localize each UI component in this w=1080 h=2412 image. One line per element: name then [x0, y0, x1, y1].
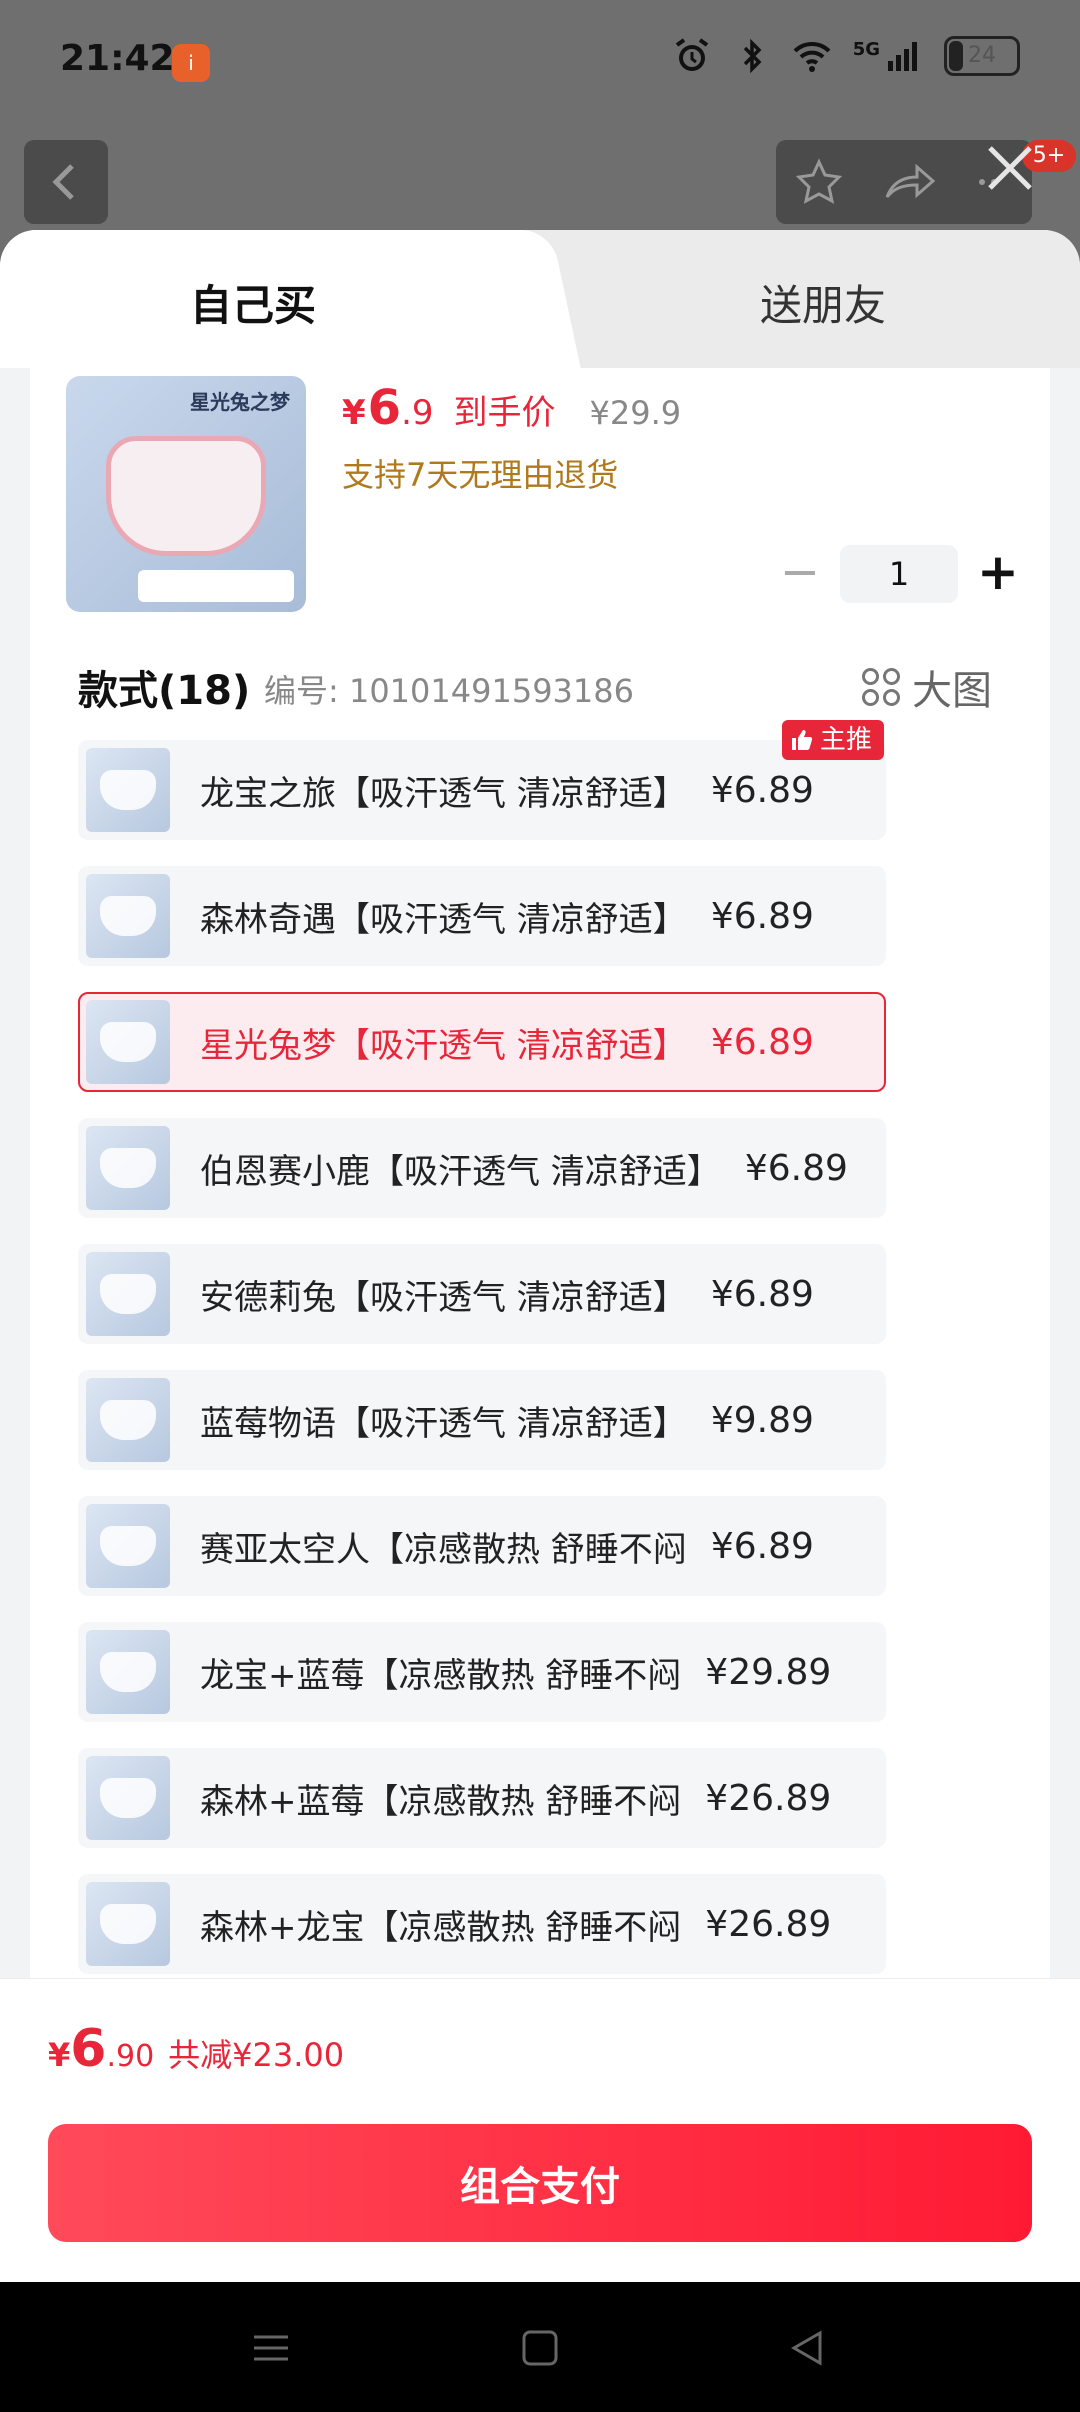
status-icons: 5G 24 [673, 36, 1020, 76]
return-policy: 支持7天无理由退货 [342, 456, 619, 494]
style-option[interactable]: 蓝莓物语【吸汗透气 清凉舒适】 ¥9.89 [78, 1370, 886, 1470]
savings-text: 共减¥23.00 [168, 2036, 345, 2074]
quantity-stepper: − 1 + [770, 544, 1028, 604]
decrease-button[interactable]: − [770, 544, 830, 604]
recommended-tag-label: 主推 [819, 725, 872, 755]
battery-level: 24 [968, 43, 996, 68]
big-picture-label: 大图 [912, 668, 992, 714]
product-code: 编号: 10101491593186 [264, 672, 634, 710]
share-icon[interactable] [881, 157, 937, 207]
price-decimal: .9 [401, 393, 434, 433]
increase-button[interactable]: + [968, 544, 1028, 604]
style-thumbnail [86, 1252, 170, 1336]
big-picture-button[interactable]: 大图 [862, 658, 992, 716]
style-price: ¥26.89 [705, 1903, 832, 1945]
star-icon[interactable] [794, 157, 844, 207]
style-price: ¥6.89 [710, 895, 814, 937]
price-summary: ¥ 6 .90 共减¥23.00 [0, 1978, 1080, 2115]
summary-decimal: .90 [106, 2039, 155, 2074]
style-thumbnail [86, 1378, 170, 1462]
recommended-tag: 主推 [781, 720, 884, 760]
thumbs-up-icon [791, 730, 812, 750]
style-option[interactable]: 安德莉兔【吸汗透气 清凉舒适】 ¥6.89 [78, 1244, 886, 1344]
style-name: 森林+蓝莓【凉感散热 舒睡不闷 [200, 1781, 682, 1822]
tab-friend[interactable]: 送朋友 [760, 272, 886, 333]
style-price: ¥6.89 [744, 1147, 848, 1189]
style-thumbnail [86, 1126, 170, 1210]
style-thumbnail [86, 748, 170, 832]
status-bar: 21:42 i 5G 24 [0, 0, 1080, 120]
style-option[interactable]: 森林+龙宝【凉感散热 舒睡不闷 ¥26.89 [78, 1874, 886, 1974]
style-price: ¥6.89 [710, 1273, 814, 1315]
style-price: ¥29.89 [705, 1651, 832, 1693]
style-option[interactable]: 龙宝+蓝莓【凉感散热 舒睡不闷 ¥29.89 [78, 1622, 886, 1722]
status-time: 21:42 [60, 38, 175, 79]
style-option[interactable]: 伯恩赛小鹿【吸汗透气 清凉舒适】 ¥6.89 [78, 1118, 886, 1218]
bluetooth-icon [743, 38, 762, 74]
style-thumbnail [86, 1756, 170, 1840]
battery-icon: 24 [944, 36, 1020, 76]
style-name: 森林奇遇【吸汗透气 清凉舒适】 [200, 899, 687, 940]
wifi-icon [793, 41, 831, 72]
summary-row: ¥ 6 .90 共减¥23.00 [48, 2019, 344, 2079]
style-option[interactable]: 赛亚太空人【凉感散热 舒睡不闷 ¥6.89 [78, 1496, 886, 1596]
style-thumbnail [86, 1630, 170, 1714]
app-notification-icon: i [172, 44, 210, 82]
style-option[interactable]: 主推龙宝之旅【吸汗透气 清凉舒适】 ¥6.89 [78, 720, 886, 840]
style-option[interactable]: 森林+蓝莓【凉感散热 舒睡不闷 ¥26.89 [78, 1748, 886, 1848]
summary-symbol: ¥ [48, 2036, 71, 2074]
style-price: ¥9.89 [710, 1399, 814, 1441]
pay-area: 组合支付 [0, 2114, 1080, 2282]
back-button[interactable] [24, 140, 108, 224]
quantity-value[interactable]: 1 [840, 545, 958, 603]
sheet-content: 星光兔之梦 ¥ 6 .9 到手价 ¥29.9 支持7天无理由退货 − 1 + 款… [30, 368, 1050, 2208]
style-name: 安德莉兔【吸汗透气 清凉舒适】 [200, 1277, 687, 1318]
product-image[interactable]: 星光兔之梦 [66, 376, 306, 612]
style-price: ¥6.89 [710, 769, 814, 811]
purchase-sheet: 自己买 送朋友 星光兔之梦 ¥ 6 .9 到手价 ¥29.9 支持7天无理由退货… [0, 230, 1080, 2282]
price-symbol: ¥ [342, 393, 366, 433]
menu-icon[interactable] [250, 2327, 292, 2369]
signal-icon [888, 42, 917, 71]
tab-self[interactable]: 自己买 [0, 230, 540, 368]
style-thumbnail [86, 1882, 170, 1966]
style-price: ¥26.89 [705, 1777, 832, 1819]
grid-icon [862, 668, 900, 706]
style-name: 森林+龙宝【凉感散热 舒睡不闷 [200, 1907, 682, 1948]
original-price: ¥29.9 [589, 394, 682, 432]
feature-strip [138, 570, 294, 602]
price-integer: 6 [367, 380, 402, 436]
style-option[interactable]: 星光兔梦【吸汗透气 清凉舒适】 ¥6.89 [78, 992, 886, 1092]
style-thumbnail [86, 1000, 170, 1084]
tab-bar: 自己买 送朋友 [0, 230, 1080, 368]
tab-self-label: 自己买 [190, 281, 317, 330]
combined-pay-button[interactable]: 组合支付 [48, 2124, 1032, 2242]
alarm-icon [675, 38, 708, 71]
home-icon[interactable] [519, 2327, 561, 2369]
back-nav-icon[interactable] [786, 2327, 828, 2369]
final-price-label: 到手价 [453, 393, 556, 433]
style-name: 龙宝之旅【吸汗透气 清凉舒适】 [200, 773, 687, 814]
style-list: 主推龙宝之旅【吸汗透气 清凉舒适】 ¥6.89 森林奇遇【吸汗透气 清凉舒适】 ¥6.… [78, 720, 886, 2000]
style-price: ¥6.89 [710, 1021, 814, 1063]
chevron-left-icon [52, 164, 74, 200]
network-type: 5G [852, 38, 880, 60]
style-thumbnail [86, 874, 170, 958]
close-icon[interactable] [980, 138, 1040, 198]
style-heading: 款式(18) [78, 668, 251, 714]
style-name: 龙宝+蓝莓【凉感散热 舒睡不闷 [200, 1655, 682, 1696]
product-image-title: 星光兔之梦 [190, 390, 290, 414]
style-name: 伯恩赛小鹿【吸汗透气 清凉舒适】 [200, 1151, 721, 1192]
price-row: ¥ 6 .9 到手价 ¥29.9 [342, 380, 681, 436]
style-name: 蓝莓物语【吸汗透气 清凉舒适】 [200, 1403, 687, 1444]
pillow-illustration [106, 436, 266, 556]
style-name: 星光兔梦【吸汗透气 清凉舒适】 [200, 1025, 687, 1066]
style-thumbnail [86, 1504, 170, 1588]
system-nav-bar [0, 2282, 1080, 2412]
style-name: 赛亚太空人【凉感散热 舒睡不闷 [200, 1529, 687, 1570]
summary-integer: 6 [70, 2019, 107, 2079]
style-price: ¥6.89 [710, 1525, 814, 1567]
style-option[interactable]: 森林奇遇【吸汗透气 清凉舒适】 ¥6.89 [78, 866, 886, 966]
